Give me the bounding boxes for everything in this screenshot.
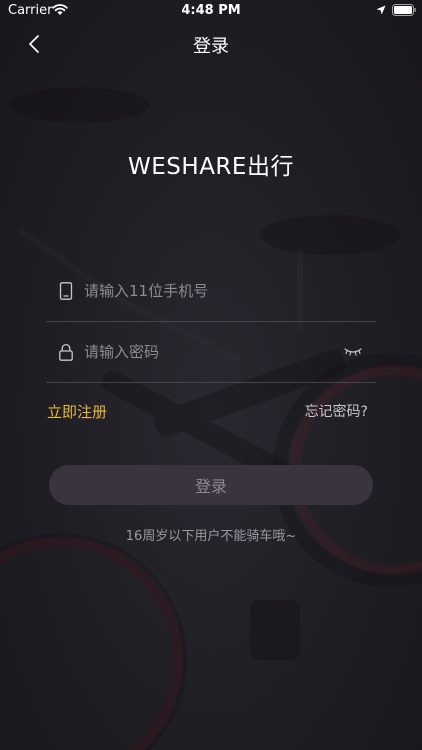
location-icon xyxy=(376,5,386,15)
forgot-password-link[interactable]: 忘记密码? xyxy=(305,401,368,421)
register-link[interactable]: 立即注册 xyxy=(47,401,107,422)
age-notice: 16周岁以下用户不能骑车哦~ xyxy=(125,529,297,544)
password-input[interactable] xyxy=(84,340,334,364)
lock-icon xyxy=(59,343,73,361)
brand-title: WESHARE出行 xyxy=(128,154,294,180)
login-button[interactable]: 登录 xyxy=(49,465,373,505)
phone-icon xyxy=(59,282,73,300)
status-time: 4:48 PM xyxy=(181,3,241,18)
login-screen: Carrier 4:48 PM 登录 WESHARE出行 请输入11位手机号 立… xyxy=(0,0,422,750)
status-bar: Carrier 4:48 PM xyxy=(0,0,422,22)
password-field xyxy=(46,322,376,383)
nav-bar: 登录 xyxy=(0,22,422,66)
phone-input[interactable] xyxy=(84,279,334,303)
battery-icon xyxy=(392,4,416,16)
eye-closed-icon[interactable] xyxy=(344,346,362,356)
page-title: 登录 xyxy=(193,36,229,57)
phone-field xyxy=(46,261,376,322)
